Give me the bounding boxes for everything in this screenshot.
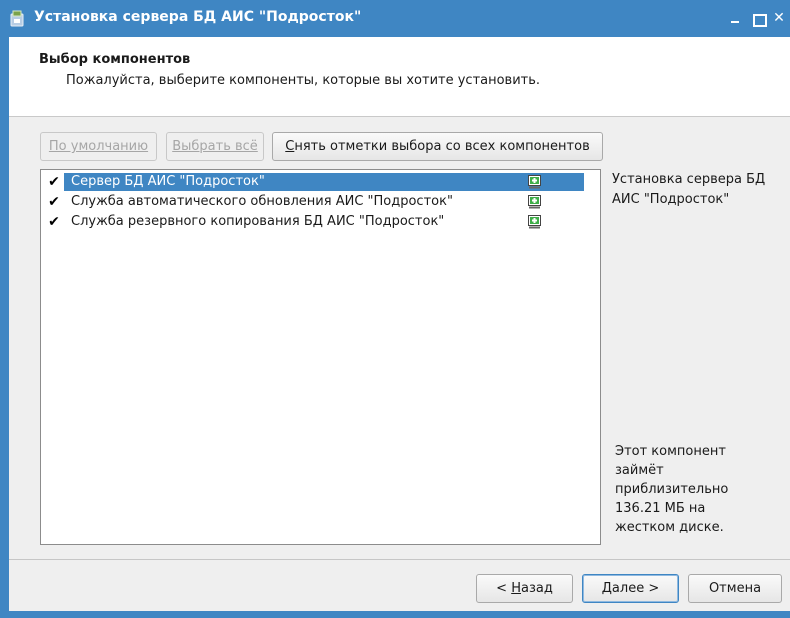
list-item-label: Служба резервного копирования БД АИС "По…	[71, 214, 445, 229]
installer-app-icon	[10, 10, 24, 27]
select-all-button[interactable]: Выбрать всё	[166, 132, 264, 161]
checkbox[interactable]: ✔	[47, 215, 61, 229]
space-required-info: Этот компонент займёт приблизительно 136…	[615, 442, 755, 537]
clear-all-button[interactable]: Снять отметки выбора со всех компонентов	[272, 132, 603, 161]
back-hotkey: Н	[511, 581, 521, 596]
window-frame-left	[0, 37, 9, 618]
back-prefix: <	[496, 581, 512, 596]
space-info-line: приблизительно	[615, 482, 729, 497]
window-frame-bottom	[0, 611, 790, 618]
default-components-button[interactable]: По умолчанию	[40, 132, 157, 161]
install-icon	[528, 195, 541, 209]
page-header: Выбор компонентов Пожалуйста, выберите к…	[9, 37, 790, 116]
space-info-line: жестком диске.	[615, 520, 724, 535]
window-title: Установка сервера БД АИС "Подросток"	[34, 9, 362, 25]
list-item-label: Сервер БД АИС "Подросток"	[71, 174, 265, 189]
next-button[interactable]: Далее >	[582, 574, 679, 603]
back-button[interactable]: < Назад	[476, 574, 573, 603]
component-description: Установка сервера БД АИС "Подросток"	[612, 172, 766, 207]
checkbox[interactable]: ✔	[47, 175, 61, 189]
clear-all-label: нять отметки выбора со всех компонентов	[294, 139, 590, 154]
maximize-button[interactable]	[748, 7, 770, 29]
next-label: алее >	[611, 581, 660, 596]
install-icon	[528, 175, 541, 189]
minimize-button[interactable]	[725, 7, 747, 29]
space-info-line: 136.21 МБ на	[615, 501, 706, 516]
components-list[interactable]: ✔ Сервер БД АИС "Подросток" ✔ Служба авт…	[40, 169, 601, 545]
list-item[interactable]: ✔ Служба автоматического обновления АИС …	[42, 192, 599, 212]
close-button[interactable]: ✕	[768, 7, 790, 29]
install-icon	[528, 215, 541, 229]
next-hotkey: Д	[601, 581, 612, 596]
list-item-label: Служба автоматического обновления АИС "П…	[71, 194, 453, 209]
list-item[interactable]: ✔ Служба резервного копирования БД АИС "…	[42, 212, 599, 232]
checkbox[interactable]: ✔	[47, 195, 61, 209]
space-info-line: займёт	[615, 463, 664, 478]
space-info-line: Этот компонент	[615, 444, 726, 459]
page-subtitle: Пожалуйста, выберите компоненты, которые…	[66, 73, 541, 88]
title-bar: Установка сервера БД АИС "Подросток" ✕	[0, 0, 790, 37]
list-item[interactable]: ✔ Сервер БД АИС "Подросток"	[42, 172, 599, 192]
cancel-button[interactable]: Отмена	[688, 574, 782, 603]
page-title: Выбор компонентов	[39, 52, 191, 67]
clear-all-hotkey: С	[285, 139, 295, 154]
back-label: азад	[520, 581, 553, 596]
